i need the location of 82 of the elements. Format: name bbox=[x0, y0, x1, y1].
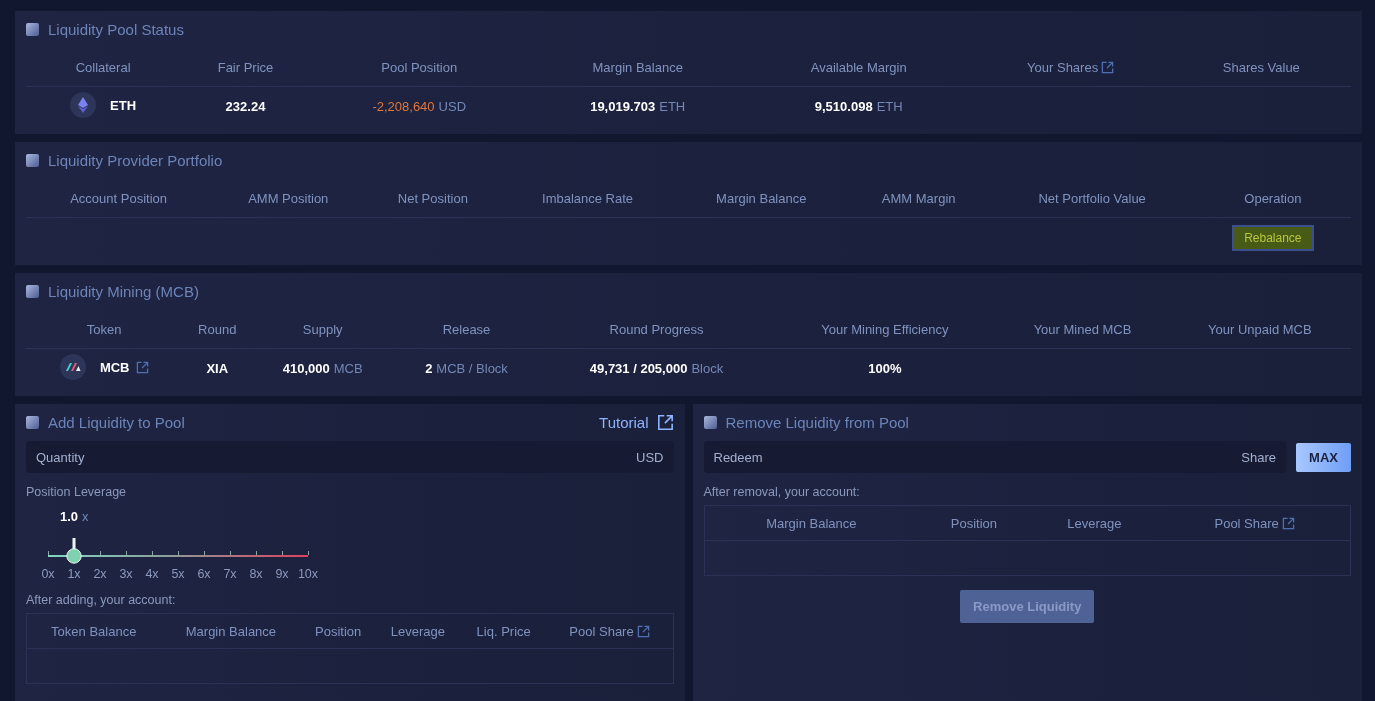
tutorial-link[interactable]: Tutorial bbox=[599, 414, 649, 431]
leverage-value: 1.0 x bbox=[60, 509, 89, 524]
column-header: Pool Share bbox=[1214, 515, 1279, 531]
table-cell: 19,019.703 ETH bbox=[590, 99, 686, 114]
tick-label: 6x bbox=[196, 567, 212, 581]
table-cell: 410,000 MCB bbox=[282, 361, 363, 376]
column-header: Your Mining Efficiency bbox=[821, 321, 949, 337]
panel-icon bbox=[26, 154, 39, 167]
column-header: Supply bbox=[302, 321, 343, 337]
column-header: Margin Balance bbox=[766, 515, 857, 531]
column-header: Operation bbox=[1244, 190, 1302, 206]
column-header: Round Progress bbox=[609, 321, 704, 337]
column-header: Pool Position bbox=[381, 59, 458, 75]
column-header: AMM Margin bbox=[881, 190, 956, 206]
external-link-icon[interactable] bbox=[1101, 60, 1115, 74]
panel-title: Liquidity Provider Portfolio bbox=[48, 152, 223, 169]
column-header: Account Position bbox=[70, 190, 168, 206]
table-cell: -2,208,640 USD bbox=[372, 99, 467, 114]
column-header: AMM Position bbox=[248, 190, 329, 206]
panel-title: Remove Liquidity from Pool bbox=[725, 414, 909, 431]
panel-icon bbox=[26, 23, 39, 36]
tick-label: 5x bbox=[170, 567, 186, 581]
tick-label: 0x bbox=[40, 567, 56, 581]
panel-icon bbox=[703, 416, 717, 429]
section-label: After removal, your account: bbox=[703, 485, 861, 499]
column-header: Collateral bbox=[75, 59, 131, 75]
column-header: Your Shares bbox=[1027, 59, 1099, 75]
table-cell: XIA bbox=[206, 361, 229, 376]
column-header: Imbalance Rate bbox=[542, 190, 634, 206]
unit-label: Share bbox=[1241, 450, 1276, 465]
panel-title: Liquidity Mining (MCB) bbox=[48, 283, 199, 300]
table-cell: 9,510.098 ETH bbox=[814, 99, 903, 114]
column-header: Net Position bbox=[397, 190, 468, 206]
column-header: Available Margin bbox=[810, 59, 907, 75]
column-header: Leverage bbox=[1067, 515, 1122, 531]
column-header: Your Mined MCB bbox=[1033, 321, 1132, 337]
column-header: Round bbox=[198, 321, 237, 337]
column-header: Token bbox=[86, 321, 122, 337]
column-header: Token Balance bbox=[51, 623, 137, 639]
table-cell: 2 MCB / Block bbox=[425, 361, 508, 376]
tick-label: 8x bbox=[248, 567, 264, 581]
panel-icon bbox=[26, 416, 39, 429]
column-header: Shares Value bbox=[1222, 59, 1300, 75]
tick-label: 4x bbox=[144, 567, 160, 581]
table-cell: 232.24 bbox=[225, 99, 266, 114]
diamond-token-icon bbox=[70, 92, 97, 118]
column-header: Your Unpaid MCB bbox=[1208, 321, 1312, 337]
column-header: Fair Price bbox=[217, 59, 274, 75]
external-link-icon[interactable] bbox=[636, 624, 650, 638]
column-header: Position bbox=[950, 515, 998, 531]
rebalance-button[interactable]: Rebalance bbox=[1232, 224, 1314, 251]
slider-thumb[interactable] bbox=[66, 538, 82, 564]
column-header: Margin Balance bbox=[716, 190, 807, 206]
leverage-label: Position Leverage bbox=[26, 485, 128, 499]
tick-label: 2x bbox=[92, 567, 108, 581]
token-name: MCB bbox=[99, 359, 130, 375]
token-name: ETH bbox=[110, 97, 137, 113]
column-header: Pool Share bbox=[569, 623, 634, 639]
panel-title: Add Liquidity to Pool bbox=[48, 414, 185, 431]
column-header: Margin Balance bbox=[592, 59, 683, 75]
table-cell: 100% bbox=[868, 361, 902, 376]
column-header: Liq. Price bbox=[476, 623, 531, 639]
column-header: Position bbox=[315, 623, 362, 639]
column-header: Net Portfolio Value bbox=[1038, 190, 1146, 206]
tick-label: 10x bbox=[296, 567, 320, 581]
tick-label: 3x bbox=[118, 567, 134, 581]
column-header: Leverage bbox=[390, 623, 445, 639]
tick-label: 7x bbox=[222, 567, 238, 581]
panel-icon bbox=[26, 285, 39, 298]
leverage-slider[interactable]: 1.0 x bbox=[35, 505, 321, 567]
max-button[interactable]: MAX bbox=[1296, 442, 1351, 472]
column-header: Release bbox=[442, 321, 491, 337]
column-header: Margin Balance bbox=[185, 623, 277, 639]
tick-label: 9x bbox=[274, 567, 290, 581]
external-link-icon[interactable] bbox=[656, 414, 674, 431]
panel-title: Liquidity Pool Status bbox=[48, 21, 184, 38]
section-label: After adding, your account: bbox=[26, 593, 177, 607]
tick-label: 1x bbox=[66, 567, 82, 581]
external-link-icon[interactable] bbox=[1281, 516, 1295, 530]
table-cell: 49,731 / 205,000 Block bbox=[589, 361, 724, 376]
unit-label: USD bbox=[636, 450, 664, 465]
token-logo-icon bbox=[59, 354, 86, 380]
